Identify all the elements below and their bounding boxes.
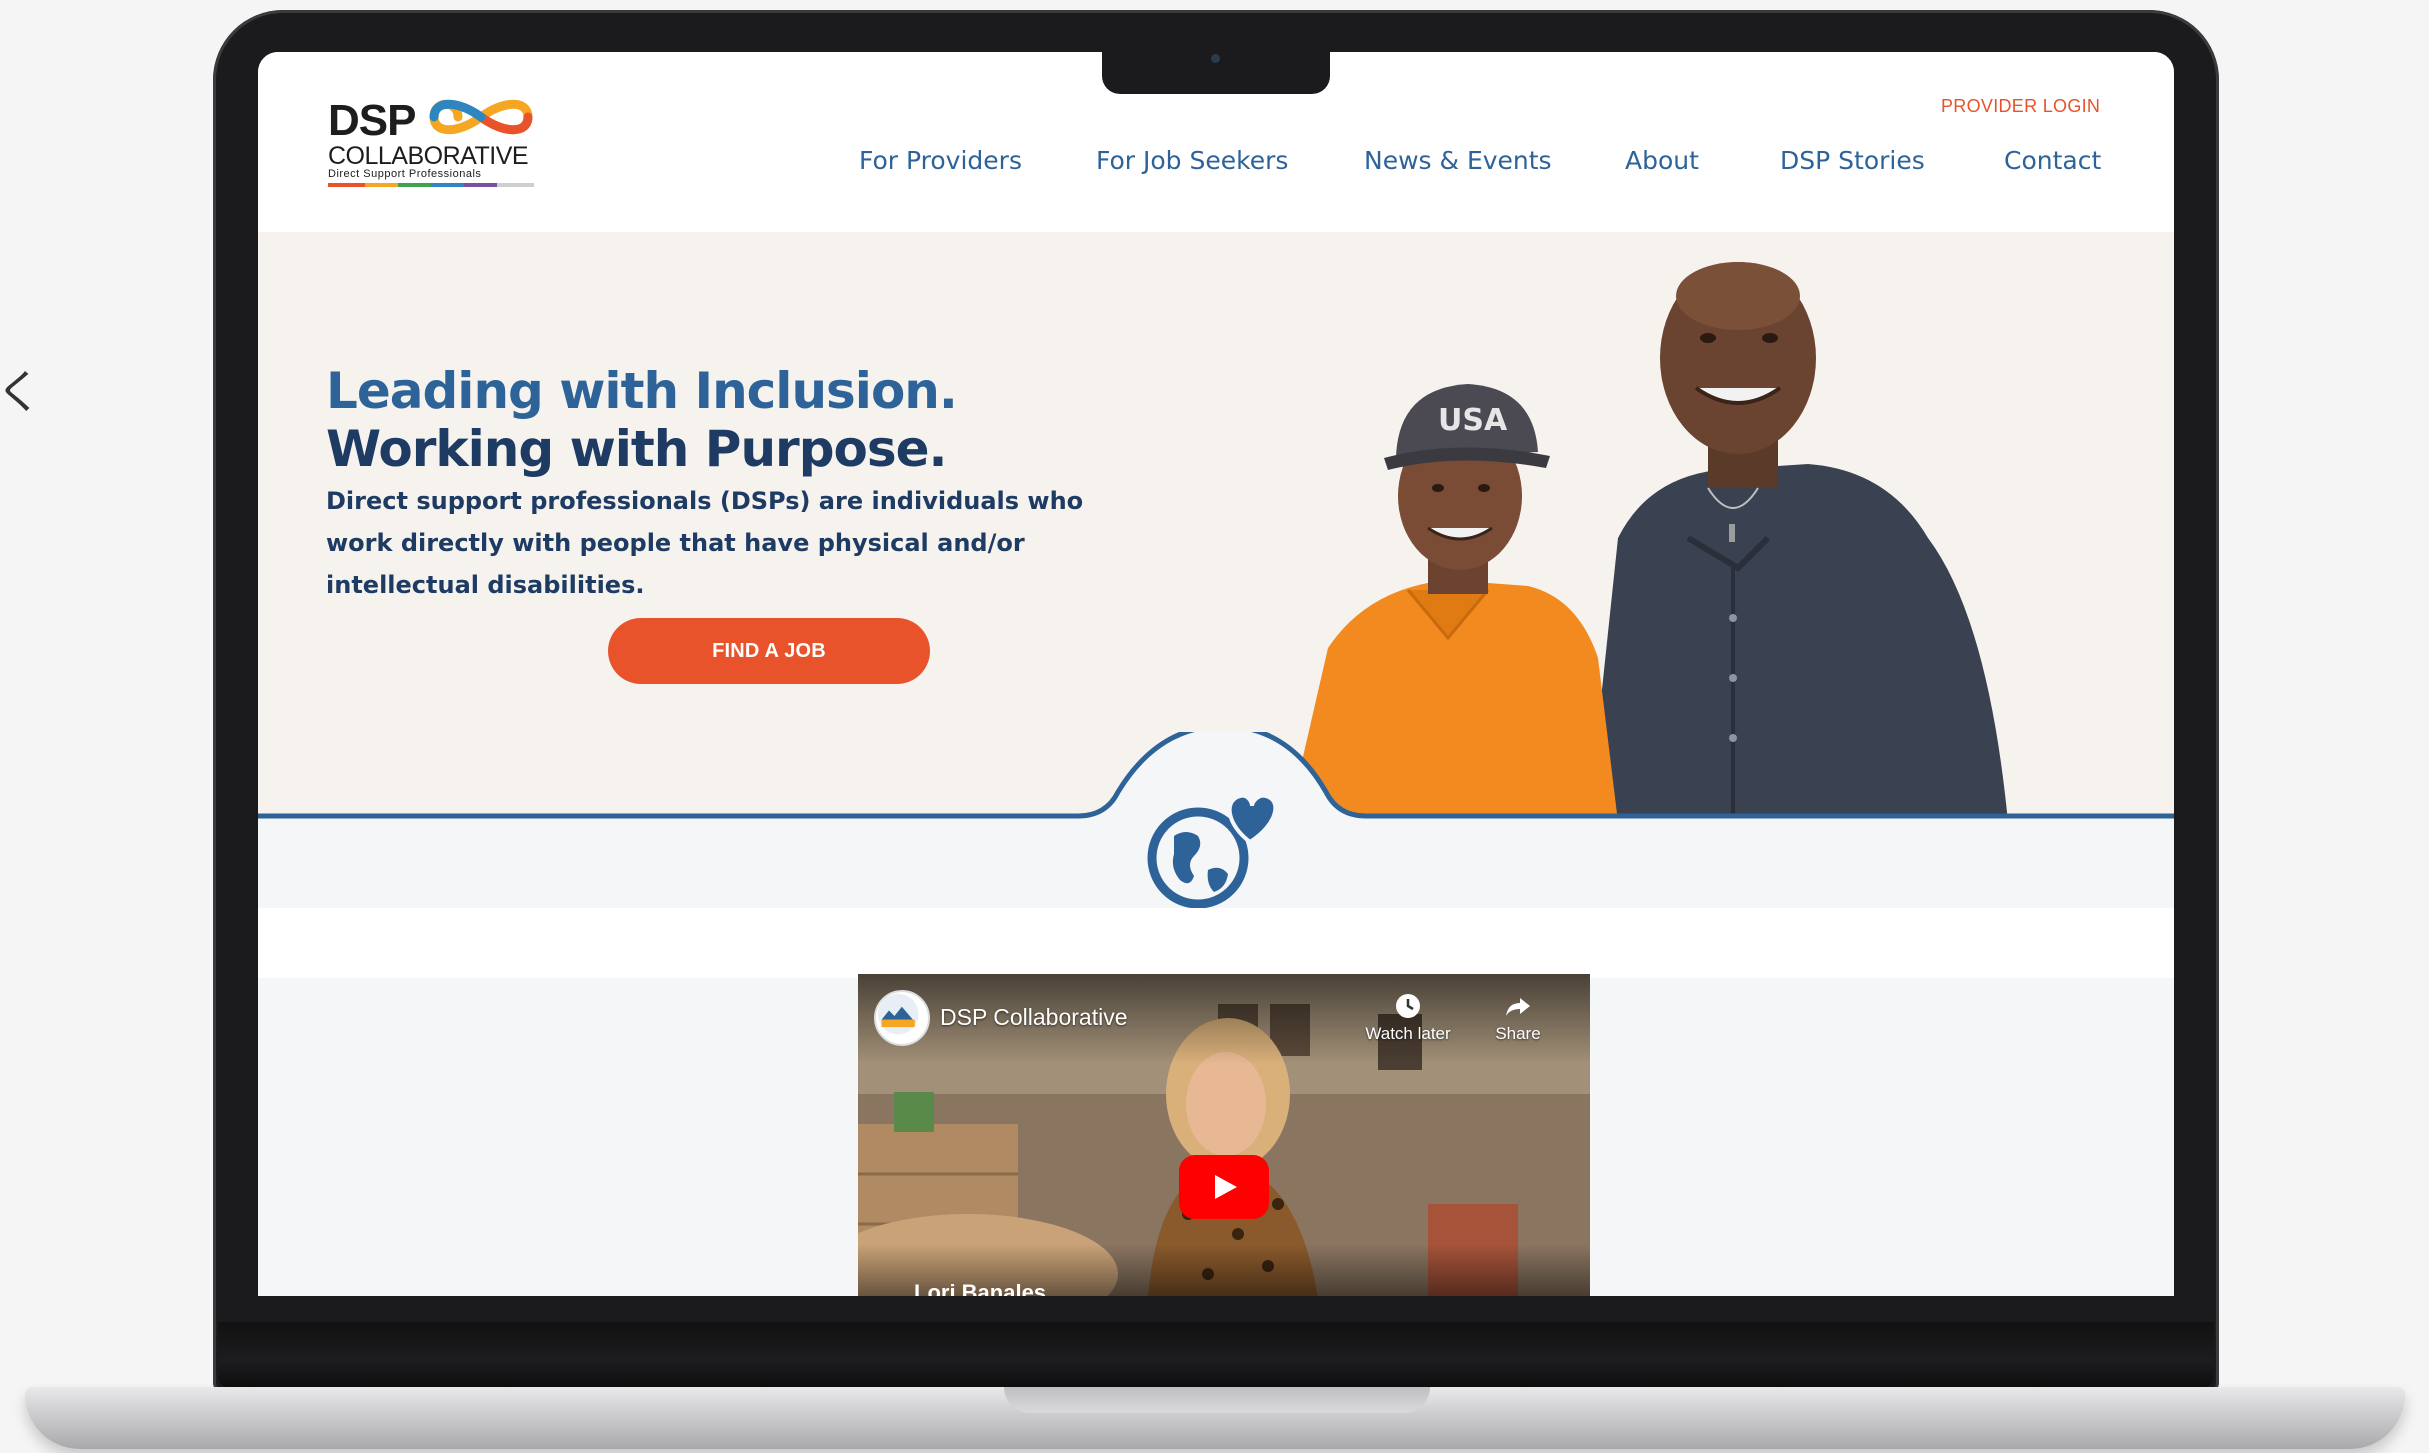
find-a-job-button[interactable]: FIND A JOB [608,618,930,684]
video-lower-third-name: Lori Banales [914,1280,1047,1296]
section-spacer [258,908,2174,978]
channel-avatar[interactable] [874,990,930,1046]
youtube-embed[interactable]: DSP Collaborative Watch later Share Lori… [858,974,1590,1296]
share-label: Share [1495,1024,1541,1043]
hero-headline-line2: Working with Purpose. [326,420,948,478]
main-nav: For Providers For Job Seekers News & Eve… [258,146,2174,186]
hero-headline: Leading with Inclusion. Working with Pur… [326,362,958,478]
hero-description: Direct support professionals (DSPs) are … [326,487,1084,599]
nav-for-providers[interactable]: For Providers [859,146,1022,175]
share-button[interactable]: Share [1478,992,1558,1044]
channel-avatar-icon [877,993,919,1035]
logo-wordmark: DSP [328,96,416,145]
website-screen: DSP COLLABORATIVE Direct Support Profess… [258,52,2174,1296]
laptop-base-notch [1004,1387,1430,1413]
video-channel-title[interactable]: DSP Collaborative [940,1004,1128,1031]
nav-for-job-seekers[interactable]: For Job Seekers [1096,146,1288,175]
infinity-logo-icon [429,99,533,135]
watch-later-button[interactable]: Watch later [1363,992,1453,1044]
globe-heart-icon [1147,793,1278,909]
provider-login-link[interactable]: PROVIDER LOGIN [1941,96,2100,117]
camera-dot [1211,54,1220,63]
share-arrow-icon [1506,998,1530,1016]
hero-headline-line1: Leading with Inclusion. [326,362,958,420]
nav-dsp-stories[interactable]: DSP Stories [1780,146,1925,175]
nav-news-events[interactable]: News & Events [1364,146,1552,175]
clock-icon [1396,994,1420,1018]
nav-contact[interactable]: Contact [2004,146,2101,175]
play-icon[interactable] [1179,1155,1269,1219]
watch-later-label: Watch later [1365,1024,1451,1043]
laptop-chin [218,1322,2214,1388]
cap-text: USA [1438,403,1508,438]
edge-glyph: く [0,365,42,419]
nav-about[interactable]: About [1625,146,1699,175]
